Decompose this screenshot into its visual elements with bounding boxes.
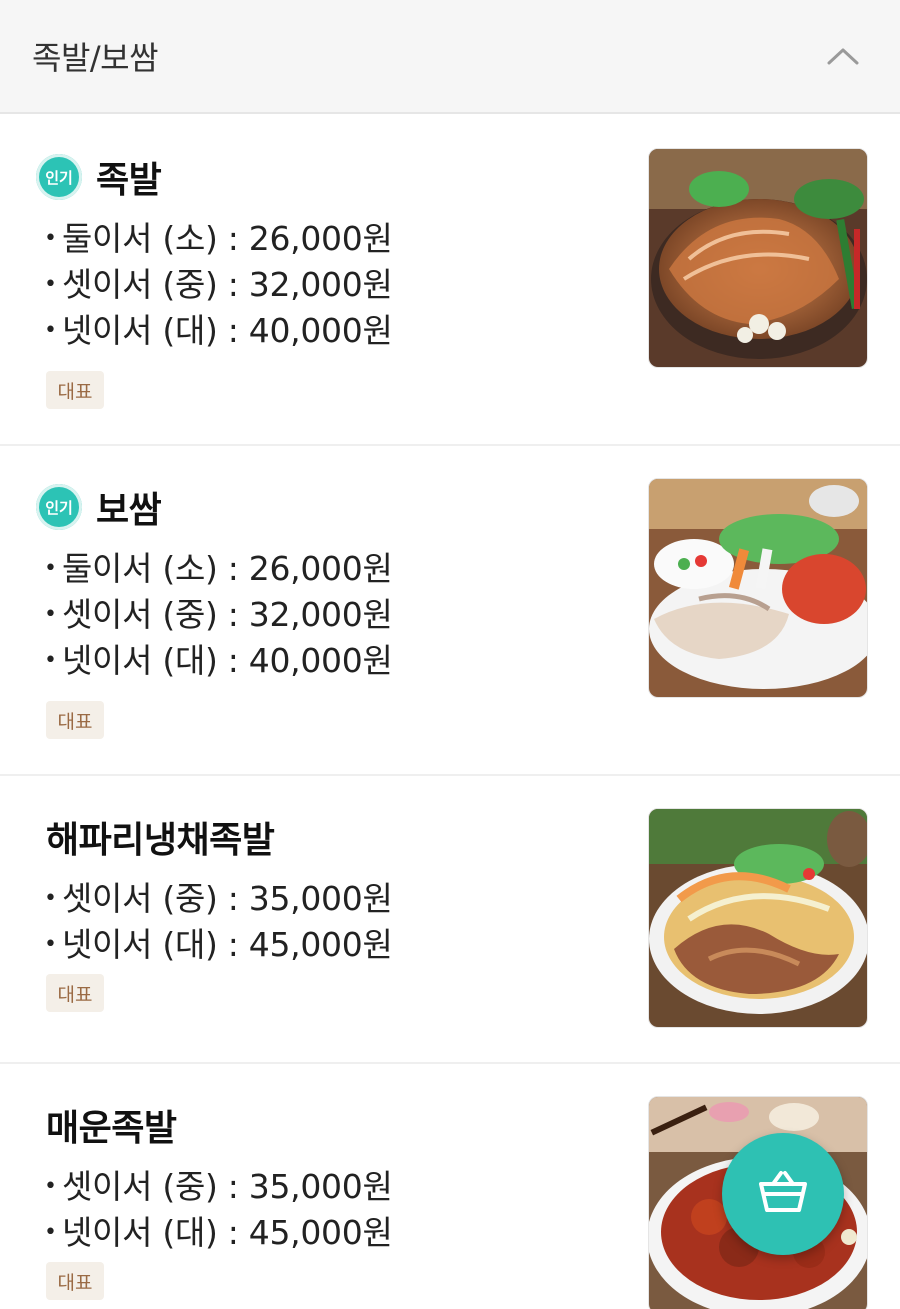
price-line: • 넷이서 (대) : 40,000원 xyxy=(44,308,393,354)
menu-item-name: 보쌈 xyxy=(96,490,162,531)
price-line: • 셋이서 (중) : 35,000원 xyxy=(44,876,393,922)
chevron-up-icon[interactable] xyxy=(826,46,860,66)
bullet: • xyxy=(44,272,57,297)
price-text: 셋이서 (중) : 32,000원 xyxy=(62,265,393,304)
price-line: • 둘이서 (소) : 26,000원 xyxy=(44,216,393,262)
price-line: • 넷이서 (대) : 45,000원 xyxy=(44,1210,393,1256)
menu-item-name: 해파리냉채족발 xyxy=(46,820,275,861)
cart-button[interactable] xyxy=(722,1133,844,1255)
signature-tag: 대표 xyxy=(46,371,104,409)
price-text: 셋이서 (중) : 35,000원 xyxy=(62,879,393,918)
price-line: • 셋이서 (중) : 32,000원 xyxy=(44,592,393,638)
menu-page: 족발/보쌈 인기 족발 • 둘이서 (소) : 26,000원 • 셋이서 (중) … xyxy=(0,0,900,1309)
popular-badge: 인기 xyxy=(36,484,82,530)
price-text: 둘이서 (소) : 26,000원 xyxy=(62,549,393,588)
menu-item-name: 매운족발 xyxy=(46,1108,177,1149)
price-list: • 둘이서 (소) : 26,000원 • 셋이서 (중) : 32,000원 • 넷… xyxy=(44,546,393,684)
price-text: 셋이서 (중) : 35,000원 xyxy=(62,1167,393,1206)
bullet: • xyxy=(44,932,57,957)
price-line: • 셋이서 (중) : 32,000원 xyxy=(44,262,393,308)
price-text: 셋이서 (중) : 32,000원 xyxy=(62,595,393,634)
price-text: 넷이서 (대) : 40,000원 xyxy=(62,311,393,350)
price-text: 둘이서 (소) : 26,000원 xyxy=(62,219,393,258)
menu-item[interactable]: 해파리냉채족발 • 셋이서 (중) : 35,000원 • 넷이서 (대) : 45… xyxy=(0,776,900,1064)
menu-item-name-row: 해파리냉채족발 xyxy=(46,812,275,862)
bullet: • xyxy=(44,226,57,251)
bullet: • xyxy=(44,648,57,673)
bossam-photo xyxy=(648,478,868,698)
category-title: 족발/보쌈 xyxy=(32,39,159,77)
bullet: • xyxy=(44,602,57,627)
signature-tag: 대표 xyxy=(46,701,104,739)
menu-item-name: 족발 xyxy=(96,160,162,201)
price-line: • 넷이서 (대) : 45,000원 xyxy=(44,922,393,968)
menu-item[interactable]: 인기 족발 • 둘이서 (소) : 26,000원 • 셋이서 (중) : 32,0… xyxy=(0,116,900,446)
popular-badge: 인기 xyxy=(36,154,82,200)
menu-item-name-row: 인기 보쌈 xyxy=(36,482,162,532)
price-text: 넷이서 (대) : 40,000원 xyxy=(62,641,393,680)
menu-item[interactable]: 인기 보쌈 • 둘이서 (소) : 26,000원 • 셋이서 (중) : 32,0… xyxy=(0,446,900,776)
price-line: • 둘이서 (소) : 26,000원 xyxy=(44,546,393,592)
menu-item-name-row: 인기 족발 xyxy=(36,152,162,202)
menu-item-name-row: 매운족발 xyxy=(46,1100,177,1150)
price-text: 넷이서 (대) : 45,000원 xyxy=(62,925,393,964)
price-list: • 둘이서 (소) : 26,000원 • 셋이서 (중) : 32,000원 • 넷… xyxy=(44,216,393,354)
jokbal-photo xyxy=(648,148,868,368)
bullet: • xyxy=(44,318,57,343)
signature-tag: 대표 xyxy=(46,1262,104,1300)
bullet: • xyxy=(44,1220,57,1245)
price-list: • 셋이서 (중) : 35,000원 • 넷이서 (대) : 45,000원 xyxy=(44,876,393,968)
category-header[interactable]: 족발/보쌈 xyxy=(0,0,900,114)
bullet: • xyxy=(44,556,57,581)
jellyfish-jokbal-photo xyxy=(648,808,868,1028)
bullet: • xyxy=(44,1174,57,1199)
price-line: • 넷이서 (대) : 40,000원 xyxy=(44,638,393,684)
price-line: • 셋이서 (중) : 35,000원 xyxy=(44,1164,393,1210)
bullet: • xyxy=(44,886,57,911)
shopping-basket-icon xyxy=(757,1170,809,1218)
signature-tag: 대표 xyxy=(46,974,104,1012)
price-list: • 셋이서 (중) : 35,000원 • 넷이서 (대) : 45,000원 xyxy=(44,1164,393,1256)
menu-list: 인기 족발 • 둘이서 (소) : 26,000원 • 셋이서 (중) : 32,0… xyxy=(0,116,900,1309)
price-text: 넷이서 (대) : 45,000원 xyxy=(62,1213,393,1252)
